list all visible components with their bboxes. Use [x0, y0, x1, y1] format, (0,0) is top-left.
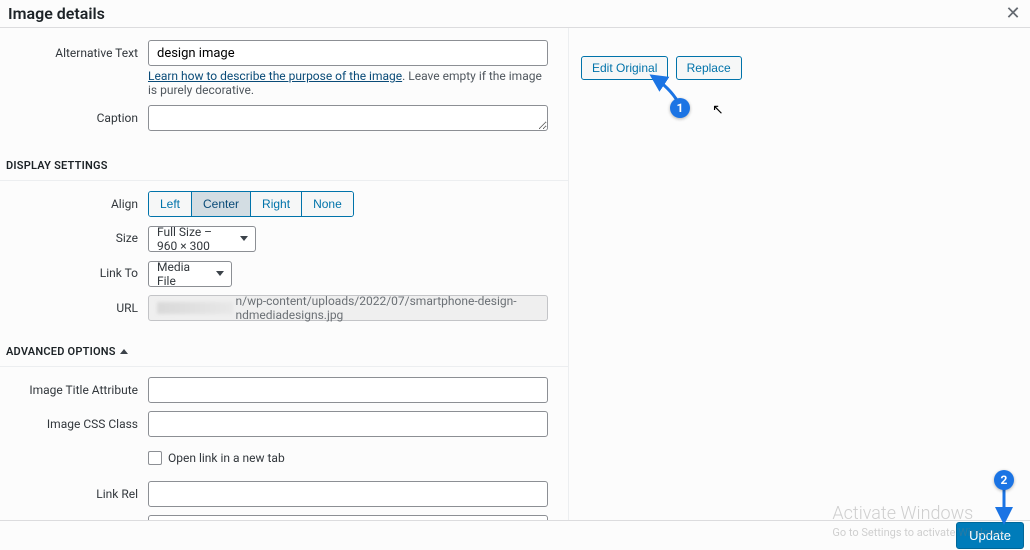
row-size: Size Full Size – 960 × 300 [0, 223, 568, 254]
modal-title: Image details [8, 4, 105, 23]
align-label: Align [0, 191, 148, 211]
modal-footer: Update [0, 520, 1030, 550]
modal-header: Image details ✕ [0, 0, 1030, 28]
row-link-rel: Link Rel [0, 479, 568, 509]
align-button-group: Left Center Right None [148, 191, 354, 217]
title-attr-input[interactable] [148, 377, 548, 403]
url-blur-mask [157, 302, 233, 314]
link-rel-input[interactable] [148, 481, 548, 507]
image-css-input[interactable] [148, 411, 548, 437]
url-label: URL [0, 295, 148, 315]
advanced-title-text: ADVANCED OPTIONS [6, 345, 116, 358]
annotation-arrow-2 [992, 484, 1016, 528]
alt-text-input[interactable] [148, 40, 548, 66]
close-icon[interactable]: ✕ [1004, 3, 1022, 24]
open-new-tab-checkbox[interactable] [148, 451, 162, 465]
open-new-tab-label: Open link in a new tab [168, 451, 285, 465]
row-open-new-tab: Open link in a new tab [0, 443, 568, 475]
align-none-button[interactable]: None [302, 192, 353, 216]
row-title-attr: Image Title Attribute [0, 375, 568, 405]
align-right-button[interactable]: Right [251, 192, 302, 216]
row-url: URL n/wp-content/uploads/2022/07/smartph… [0, 293, 568, 323]
right-column: Edit Original Replace [568, 28, 1030, 520]
linkto-select-value: Media File [157, 260, 207, 288]
align-left-button[interactable]: Left [149, 192, 192, 216]
caption-label: Caption [0, 105, 148, 125]
section-advanced-options[interactable]: ADVANCED OPTIONS [0, 327, 568, 367]
row-linkto: Link To Media File [0, 258, 568, 289]
alt-text-label: Alternative Text [0, 40, 148, 60]
size-select[interactable]: Full Size – 960 × 300 [148, 226, 256, 252]
size-label: Size [0, 225, 148, 245]
caption-input[interactable] [148, 105, 548, 131]
url-visible-tail: n/wp-content/uploads/2022/07/smartphone-… [235, 294, 539, 322]
cursor-icon: ↖ [712, 102, 724, 118]
link-rel-label: Link Rel [0, 481, 148, 501]
align-center-button[interactable]: Center [192, 192, 251, 216]
title-attr-label: Image Title Attribute [0, 377, 148, 397]
row-align: Align Left Center Right None [0, 189, 568, 219]
row-link-css: Link CSS Class [0, 513, 568, 520]
modal-body: Alternative Text Learn how to describe t… [0, 28, 1030, 520]
linkto-label: Link To [0, 260, 148, 280]
row-image-css: Image CSS Class [0, 409, 568, 439]
alt-help-link[interactable]: Learn how to describe the purpose of the… [148, 69, 402, 83]
annotation-badge-1: 1 [670, 98, 690, 118]
url-input[interactable]: n/wp-content/uploads/2022/07/smartphone-… [148, 295, 548, 321]
row-alt-text: Alternative Text Learn how to describe t… [0, 38, 568, 99]
image-css-label: Image CSS Class [0, 411, 148, 431]
linkto-select[interactable]: Media File [148, 261, 232, 287]
annotation-badge-2: 2 [994, 470, 1014, 490]
alt-help-text: Learn how to describe the purpose of the… [148, 69, 548, 97]
left-column: Alternative Text Learn how to describe t… [0, 28, 568, 520]
row-caption: Caption [0, 103, 568, 137]
caret-up-icon [120, 349, 128, 354]
section-display-settings: DISPLAY SETTINGS [0, 141, 568, 181]
size-select-value: Full Size – 960 × 300 [157, 225, 231, 253]
